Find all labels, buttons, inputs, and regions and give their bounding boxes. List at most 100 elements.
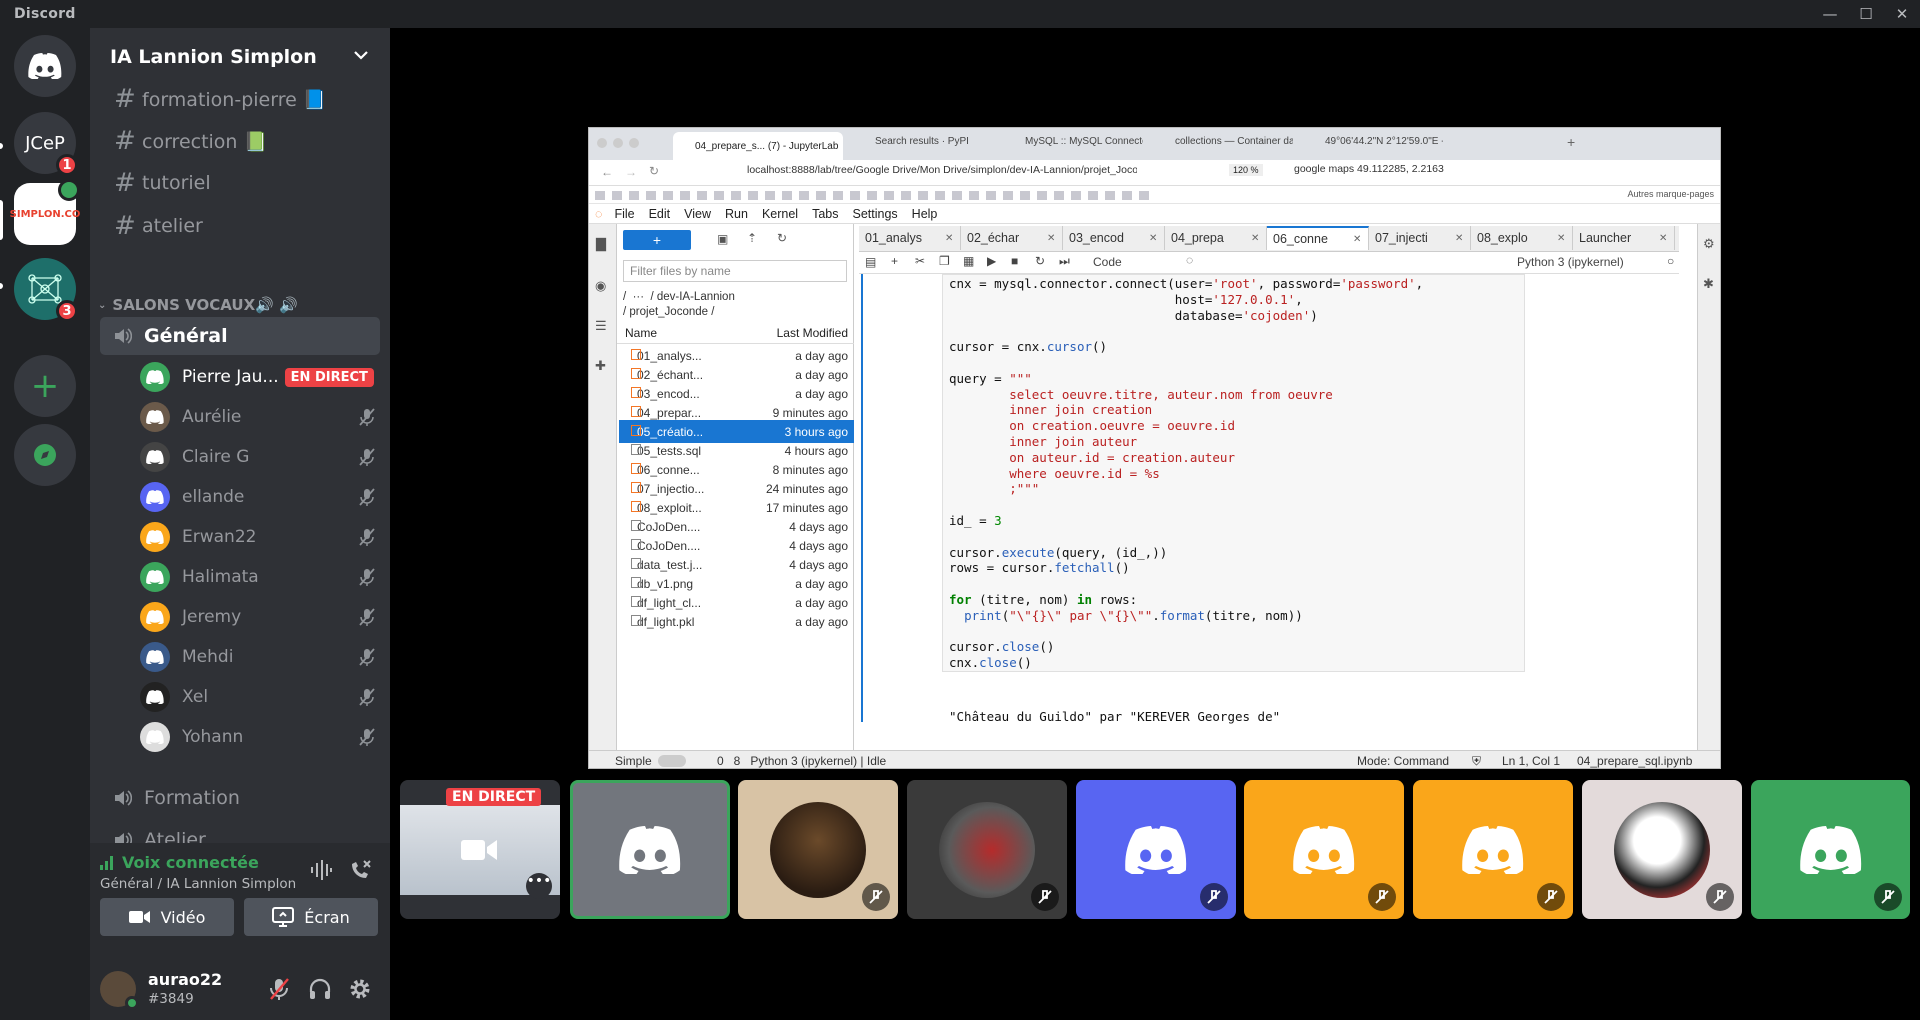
close-tab-icon[interactable]: ✕ bbox=[1149, 233, 1157, 244]
paste-icon[interactable]: ▦ bbox=[963, 254, 974, 268]
notebook-tab[interactable]: 07_injecti ✕ bbox=[1369, 226, 1471, 250]
participant-tile[interactable] bbox=[1413, 780, 1573, 919]
property-inspector-icon[interactable]: ⚙ bbox=[1703, 236, 1715, 252]
noise-suppression-icon[interactable] bbox=[309, 859, 333, 881]
voice-channel-formation[interactable]: Formation bbox=[100, 779, 380, 817]
debugger-icon[interactable]: ✱ bbox=[1703, 276, 1714, 292]
menu-edit[interactable]: Edit bbox=[649, 207, 671, 221]
add-server-button[interactable]: + bbox=[14, 355, 76, 417]
url-field[interactable]: localhost:8888/lab/tree/Google Drive/Mon… bbox=[747, 164, 1137, 176]
voice-user[interactable]: Halimata bbox=[140, 559, 376, 595]
participant-tile[interactable] bbox=[570, 780, 730, 919]
new-tab-icon[interactable]: + bbox=[1567, 134, 1575, 150]
participant-tile[interactable] bbox=[1076, 780, 1236, 919]
screen-share-view[interactable]: 04_prepare_s... (7) - JupyterLab Search … bbox=[588, 127, 1721, 769]
voice-user[interactable]: ellande bbox=[140, 479, 376, 515]
forward-icon[interactable]: → bbox=[625, 165, 637, 179]
channel-atelier[interactable]: # atelier bbox=[98, 207, 388, 245]
fast-forward-icon[interactable]: ⏭ bbox=[1059, 254, 1070, 269]
channel-formation-pierre[interactable]: # formation-pierre 📘 bbox=[98, 80, 388, 118]
notebook-tab[interactable]: 02_échar ✕ bbox=[961, 226, 1063, 250]
close-tab-icon[interactable]: ✕ bbox=[1557, 233, 1565, 244]
channel-tutoriel[interactable]: # tutoriel bbox=[98, 164, 388, 202]
guild-network[interactable]: 3 bbox=[14, 258, 78, 322]
avatar[interactable] bbox=[100, 971, 139, 1010]
voice-user[interactable]: Mehdi bbox=[140, 639, 376, 675]
voice-user[interactable]: Yohann bbox=[140, 719, 376, 755]
guild-simplon[interactable]: SIMPLON.CO bbox=[10, 179, 80, 245]
browser-tab[interactable]: collections — Container datatyp bbox=[1153, 136, 1293, 147]
browser-tab[interactable]: Search results · PyPI bbox=[853, 136, 993, 147]
channel-correction[interactable]: # correction 📗 bbox=[98, 122, 388, 160]
stop-icon[interactable]: ■ bbox=[1011, 254, 1018, 268]
other-bookmarks[interactable]: Autres marque-pages bbox=[1627, 189, 1714, 199]
headphones-icon[interactable] bbox=[308, 977, 332, 1001]
notebook-tab[interactable]: 06_conne ✕ bbox=[1267, 226, 1369, 250]
bookmark-icons[interactable] bbox=[595, 191, 1155, 200]
menu-tabs[interactable]: Tabs bbox=[812, 207, 838, 221]
voice-user[interactable]: Erwan22 bbox=[140, 519, 376, 555]
search-field[interactable]: google maps 49.112285, 2.21638 bbox=[1294, 163, 1444, 175]
participant-tile[interactable] bbox=[1751, 780, 1910, 919]
close-tab-icon[interactable]: ✕ bbox=[945, 233, 953, 244]
close-tab-icon[interactable]: ✕ bbox=[1353, 234, 1361, 245]
running-icon[interactable]: ◉ bbox=[595, 278, 606, 294]
folder-icon[interactable]: ▇ bbox=[596, 236, 606, 252]
menu-settings[interactable]: Settings bbox=[853, 207, 898, 221]
menu-help[interactable]: Help bbox=[912, 207, 938, 221]
git-icon[interactable]: ◌ bbox=[1186, 253, 1193, 267]
notebook-tab[interactable]: 08_explo ✕ bbox=[1471, 226, 1573, 250]
voice-user[interactable]: Aurélie bbox=[140, 399, 376, 435]
new-folder-icon[interactable]: ▣ bbox=[717, 232, 728, 246]
screen-share-button[interactable]: Écran bbox=[244, 898, 378, 936]
notebook-tab[interactable]: 04_prepa ✕ bbox=[1165, 226, 1267, 250]
server-header[interactable]: IA Lannion Simplon bbox=[90, 28, 390, 86]
cut-icon[interactable]: ✂ bbox=[915, 254, 925, 268]
kernel-status[interactable]: 0 8 Python 3 (ipykernel) | Idle bbox=[717, 754, 886, 768]
cell-type-select[interactable]: Code bbox=[1093, 255, 1167, 269]
save-icon[interactable]: ▤ bbox=[865, 255, 876, 269]
browser-tab[interactable]: 49°06'44.2"N 2°12'59.0"E - Go bbox=[1303, 136, 1443, 147]
voice-channel-general[interactable]: Général bbox=[100, 317, 380, 355]
close-tab-icon[interactable]: ✕ bbox=[1659, 233, 1667, 244]
add-cell-icon[interactable]: + bbox=[891, 254, 898, 268]
live-badge[interactable]: EN DIRECT bbox=[284, 367, 374, 387]
close-tab-icon[interactable]: ✕ bbox=[1047, 233, 1055, 244]
voice-user[interactable]: Claire G bbox=[140, 439, 376, 475]
menu-file[interactable]: File bbox=[614, 207, 634, 221]
voice-user[interactable]: Xel bbox=[140, 679, 376, 715]
voice-status[interactable]: Voix connectée bbox=[122, 853, 259, 872]
column-name[interactable]: Name bbox=[625, 326, 657, 340]
extension-icon[interactable]: ✚ bbox=[595, 358, 606, 374]
file-row[interactable]: df_light.pkl a day ago bbox=[619, 610, 854, 633]
stream-tile[interactable]: EN DIRECT ••• bbox=[400, 780, 560, 919]
toc-icon[interactable]: ☰ bbox=[595, 318, 607, 334]
voice-user[interactable]: Jeremy bbox=[140, 599, 376, 635]
microphone-muted-icon[interactable] bbox=[268, 977, 290, 1001]
participant-tile[interactable] bbox=[1244, 780, 1404, 919]
browser-tab[interactable]: 04_prepare_s... (7) - JupyterLab bbox=[673, 132, 843, 160]
menu-view[interactable]: View bbox=[684, 207, 711, 221]
upload-icon[interactable]: ⇡ bbox=[747, 231, 757, 245]
breadcrumb[interactable]: / ··· / dev-IA-Lannion / projet_Joconde … bbox=[623, 290, 847, 320]
voice-category[interactable]: ⌄ SALONS VOCAUX🔊 🔊 bbox=[98, 296, 298, 314]
voice-location[interactable]: Général / IA Lannion Simplon bbox=[100, 876, 296, 892]
notebook-tab[interactable]: Launcher ✕ bbox=[1573, 226, 1675, 250]
refresh-icon[interactable]: ↻ bbox=[777, 231, 787, 245]
disconnect-icon[interactable] bbox=[348, 858, 372, 882]
new-launcher-button[interactable]: + bbox=[623, 230, 691, 250]
cursor-position[interactable]: Ln 1, Col 1 bbox=[1502, 754, 1560, 768]
voice-user[interactable]: Pierre Jau... EN DIRECT bbox=[140, 359, 376, 395]
zoom-level[interactable]: 120 % bbox=[1229, 164, 1263, 176]
participant-tile[interactable] bbox=[738, 780, 898, 919]
participant-tile[interactable] bbox=[907, 780, 1067, 919]
participant-tile[interactable] bbox=[1582, 780, 1742, 919]
browser-tab[interactable]: MySQL :: MySQL Connector/Pyt bbox=[1003, 136, 1143, 147]
maximize-icon[interactable]: ☐ bbox=[1850, 0, 1882, 28]
reload-icon[interactable]: ↻ bbox=[649, 164, 659, 178]
gear-icon[interactable] bbox=[348, 977, 372, 1001]
more-options-icon[interactable]: ••• bbox=[526, 873, 552, 899]
notebook-tab[interactable]: 01_analys ✕ bbox=[859, 226, 961, 250]
explore-button[interactable] bbox=[14, 424, 76, 486]
back-icon[interactable]: ← bbox=[601, 165, 613, 179]
